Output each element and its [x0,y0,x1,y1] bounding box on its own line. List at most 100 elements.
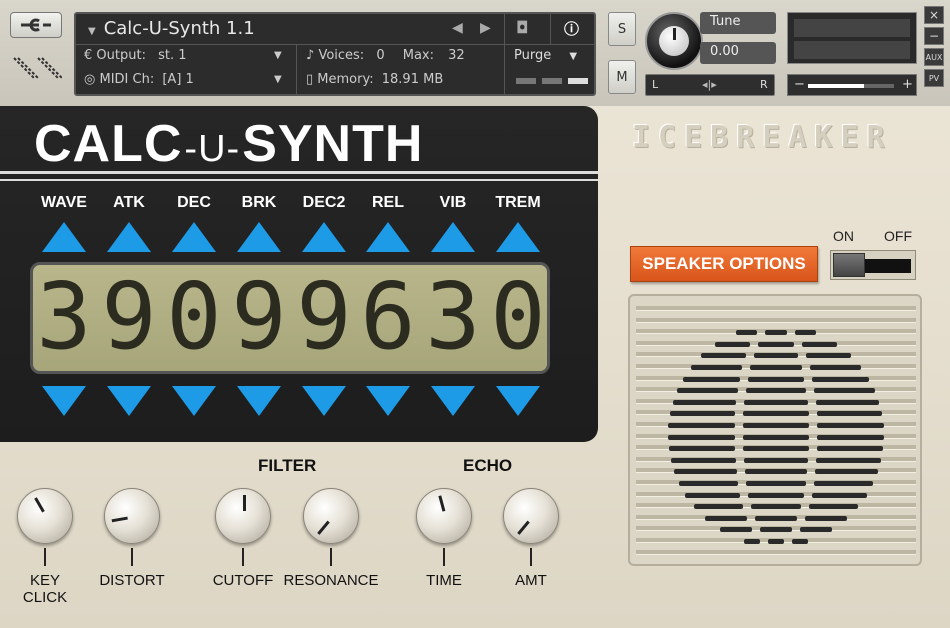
instrument-title[interactable]: ▼ Calc-U-Synth 1.1 [88,18,255,39]
increment-dec2-button[interactable] [302,222,346,252]
increment-trem-button[interactable] [496,222,540,252]
grille-hole [670,411,736,417]
knob-pointer [111,516,128,523]
decrement-vib-button[interactable] [431,386,475,416]
prev-instrument-icon[interactable]: ◀ [452,20,463,36]
volume-minus[interactable]: − [794,77,805,92]
grille-hole [748,492,804,498]
purge-meter [516,78,536,84]
volume-plus[interactable]: + [902,77,913,92]
decrement-atk-button[interactable] [107,386,151,416]
level-meter-left [794,19,910,37]
increment-atk-button[interactable] [107,222,151,252]
output-dropdown-icon[interactable]: ▼ [274,50,282,61]
midi-row[interactable]: ◎ MIDI Ch: [A] 1 [84,72,194,87]
increment-vib-button[interactable] [431,222,475,252]
increment-brk-button[interactable] [237,222,281,252]
grille-hole [816,457,882,463]
speaker-toggle-switch[interactable] [830,250,916,280]
grille-hole [800,527,833,533]
tune-knob-indicator [673,28,676,40]
speaker-on-label: ON [833,228,854,244]
pv-button[interactable]: PV [924,69,944,87]
purge-button[interactable]: Purge ▼ [514,48,577,63]
output-icon: € [84,48,93,63]
midi-dropdown-icon[interactable]: ▼ [274,74,282,85]
increment-rel-button[interactable] [366,222,410,252]
grille-hole [668,446,735,452]
amt-knob[interactable] [503,488,559,544]
minimize-button[interactable]: − [924,27,944,45]
memory-row: ▯ Memory: 18.91 MB [306,72,443,87]
grille-hole [668,434,735,440]
grille-hole [792,539,809,544]
camera-icon[interactable]: ◘ [516,18,529,37]
output-row[interactable]: € Output: st. 1 [84,48,187,63]
increment-dec-button[interactable] [172,222,216,252]
resonance-knob[interactable] [303,488,359,544]
lcd-digit-vib: 3 [425,263,481,370]
speaker-options-button[interactable]: SPEAKER OPTIONS [630,246,818,282]
grille-hole [794,330,817,336]
grille-hole [668,423,735,428]
volume-bar[interactable] [808,84,894,88]
lcd-digit-wave: 3 [36,263,92,370]
divider [550,14,551,44]
grille-hole [693,504,744,510]
info-icon[interactable]: ⓘ [564,18,579,39]
decrement-dec-button[interactable] [172,386,216,416]
logo-middle: -U- [184,128,241,170]
knob-pointer [243,495,246,511]
grille-hole [683,376,740,382]
icebreaker-brand: ICEBREAKER [632,120,893,155]
tune-knob[interactable] [645,12,703,70]
speaker-options-label: SPEAKER OPTIONS [642,254,806,273]
close-button[interactable]: × [924,6,944,24]
pan-center-handle[interactable]: ◂|▸ [702,78,717,91]
max-value[interactable]: 32 [448,48,465,63]
increment-wave-button[interactable] [42,222,86,252]
cutoff-knob[interactable] [215,488,271,544]
decrement-rel-button[interactable] [366,386,410,416]
collapse-arrows-icon[interactable] [12,54,62,88]
wrench-button[interactable] [10,12,62,38]
solo-button[interactable]: S [608,12,636,46]
decrement-wave-button[interactable] [42,386,86,416]
logo-left: CALC [34,115,183,173]
logo-stripe [0,171,598,174]
grille-hole [817,434,884,440]
grille-hole [812,376,869,382]
midi-label: MIDI Ch: [99,72,155,87]
distort-knob[interactable] [104,488,160,544]
param-label-brk: BRK [241,194,277,211]
tune-value: 0.00 [710,44,739,59]
knob-pointer [317,520,330,535]
tune-value-box[interactable]: 0.00 [700,42,776,64]
grille-hole [742,434,810,440]
key-click-knob[interactable] [17,488,73,544]
grille-hole [816,411,882,417]
output-label: Output: [96,48,146,63]
decrement-trem-button[interactable] [496,386,540,416]
switch-lever[interactable] [833,253,865,277]
grille-hole [744,399,808,405]
level-meter [787,12,917,64]
mute-button[interactable]: M [608,60,636,94]
speaker-grille [628,294,922,566]
volume-slider[interactable]: − + [787,74,917,96]
decrement-dec2-button[interactable] [302,386,346,416]
aux-button[interactable]: AUX [924,48,944,66]
knob-tick [242,548,244,566]
param-label-trem: TREM [495,194,541,211]
time-knob[interactable] [416,488,472,544]
instrument-name: Calc-U-Synth 1.1 [103,18,255,39]
grille-hole [811,492,867,498]
grille-hole [701,353,746,359]
next-instrument-icon[interactable]: ▶ [480,20,491,36]
knob-tick [44,548,46,566]
knob-pointer [34,497,45,513]
pan-slider[interactable]: L ◂|▸ R [645,74,775,96]
grille-hole [677,388,738,394]
decrement-brk-button[interactable] [237,386,281,416]
param-label-atk: ATK [113,194,145,211]
